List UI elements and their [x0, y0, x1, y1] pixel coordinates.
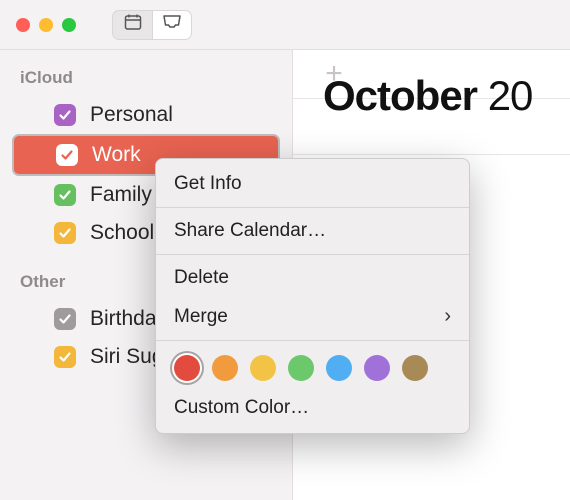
calendar-label: Personal: [90, 103, 173, 127]
calendar-view-button[interactable]: [112, 10, 152, 40]
menu-separator: [156, 254, 469, 255]
minimize-window-button[interactable]: [39, 18, 53, 32]
context-menu: Get Info Share Calendar… Delete Merge › …: [155, 158, 470, 434]
menu-label: Custom Color…: [174, 397, 309, 419]
fullscreen-window-button[interactable]: [62, 18, 76, 32]
calendar-item-personal[interactable]: Personal: [6, 96, 286, 134]
checkbox-icon[interactable]: [54, 308, 76, 330]
menu-item-merge[interactable]: Merge ›: [156, 297, 469, 336]
color-swatch-orange[interactable]: [212, 355, 238, 381]
chevron-right-icon: ›: [444, 305, 451, 328]
month-name: October: [323, 72, 477, 119]
menu-label: Get Info: [174, 173, 242, 195]
calendar-label: School: [90, 221, 154, 245]
checkbox-icon[interactable]: [54, 104, 76, 126]
menu-label: Delete: [174, 267, 229, 289]
color-swatch-row: [156, 345, 469, 389]
menu-label: Share Calendar…: [174, 220, 326, 242]
checkbox-icon[interactable]: [54, 346, 76, 368]
section-header-icloud: iCloud: [0, 64, 292, 96]
menu-separator: [156, 340, 469, 341]
calendar-label: Family: [90, 183, 152, 207]
menu-item-share-calendar[interactable]: Share Calendar…: [156, 212, 469, 250]
color-swatch-blue[interactable]: [326, 355, 352, 381]
color-swatch-yellow[interactable]: [250, 355, 276, 381]
menu-separator: [156, 207, 469, 208]
color-swatch-purple[interactable]: [364, 355, 390, 381]
month-year: 20: [477, 72, 532, 119]
color-swatch-green[interactable]: [288, 355, 314, 381]
menu-item-get-info[interactable]: Get Info: [156, 165, 469, 203]
menu-item-delete[interactable]: Delete: [156, 259, 469, 297]
checkbox-icon[interactable]: [54, 184, 76, 206]
window-titlebar: [0, 0, 570, 50]
color-swatch-brown[interactable]: [402, 355, 428, 381]
checkbox-icon[interactable]: [54, 222, 76, 244]
calendar-label: Work: [92, 143, 141, 167]
close-window-button[interactable]: [16, 18, 30, 32]
divider: [293, 154, 570, 155]
month-title: October 20: [323, 72, 532, 120]
color-swatch-red[interactable]: [174, 355, 200, 381]
toolbar-segmented: [112, 10, 192, 40]
menu-item-custom-color[interactable]: Custom Color…: [156, 389, 469, 427]
checkbox-icon[interactable]: [56, 144, 78, 166]
inbox-icon: [162, 14, 182, 35]
menu-label: Merge: [174, 306, 228, 328]
calendar-icon: [124, 13, 142, 36]
inbox-button[interactable]: [152, 10, 192, 40]
traffic-lights: [16, 18, 76, 32]
